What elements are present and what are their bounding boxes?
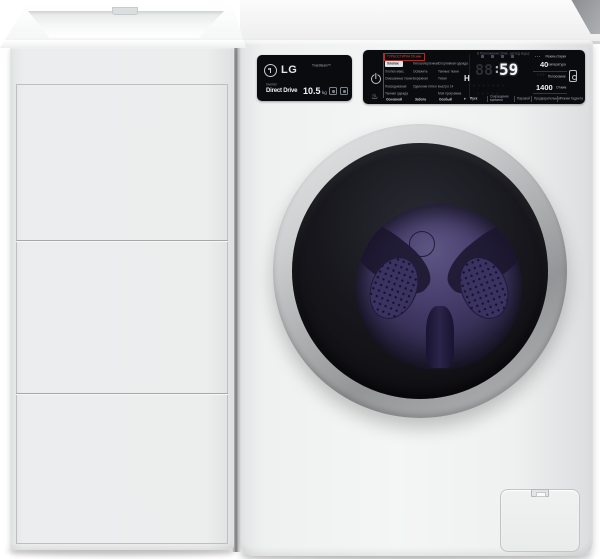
washer-top-lid <box>240 0 600 44</box>
program-category: Особый <box>439 98 452 102</box>
laundry-cabinet <box>10 46 234 550</box>
door-glass-bezel <box>292 143 548 399</box>
setting-label[interactable]: Температура <box>547 63 566 67</box>
play-pause-icon: ▶ <box>464 97 466 101</box>
drum-center-cap <box>409 231 435 257</box>
program-category: Основной <box>386 98 402 102</box>
program-item[interactable]: Тихая <box>438 77 447 81</box>
setting-divider <box>533 71 567 72</box>
inverter-label: Inverter <box>266 83 277 87</box>
direct-drive-label: Direct Drive <box>266 88 297 94</box>
drum-paddle-bottom <box>426 306 454 368</box>
control-panel: ♨ ТУРБОСТИРКА 59 мин Хлопок Хлопок макс.… <box>363 50 585 104</box>
program-item[interactable]: Гипоаллергенная <box>413 62 439 66</box>
power-button[interactable] <box>371 74 381 84</box>
program-item[interactable]: Быстро 14 <box>438 85 453 89</box>
drum-window <box>356 204 522 370</box>
option-button[interactable]: Паровой <box>517 97 530 101</box>
capacity-unit: kg <box>322 90 327 95</box>
warranty-badge-icon <box>340 87 348 95</box>
program-item[interactable]: Бережная <box>413 77 428 81</box>
time-display: 88 : 59 <box>475 58 529 82</box>
program-item[interactable]: Спортивная одежда <box>438 62 468 66</box>
setting-label[interactable]: Режим стирки <box>545 55 566 59</box>
sink-overflow-fitting <box>112 7 138 15</box>
option-separator <box>557 96 558 102</box>
turbowash-header: ТУРБОСТИРКА 59 мин <box>384 53 425 61</box>
truesteam-badge: TrueSteam™ <box>312 64 331 68</box>
spin-value: 1400 <box>536 83 553 92</box>
lcd-time-value: 59 <box>499 60 518 79</box>
washer-lid-side-edge <box>554 0 600 34</box>
wash-mode-icons: ▪ ▪ ▪ <box>535 55 540 59</box>
program-item[interactable]: Темные ткани <box>438 70 459 74</box>
program-category: Забота <box>415 98 426 102</box>
option-indicator-icons-row1[interactable]: ○ ○ ○ ○ ○ ○ ○ <box>473 84 505 88</box>
product-photo-lg-washer-and-cabinet: LG TrueSteam™ Inverter Direct Drive 10.5… <box>0 0 600 559</box>
drawer-divider <box>16 393 228 394</box>
start-button[interactable]: Пуск <box>470 97 477 101</box>
program-item[interactable]: Освежить <box>413 70 428 74</box>
sink-basin <box>28 11 224 38</box>
option-separator <box>514 96 515 102</box>
setting-label[interactable]: Полоскание <box>548 75 566 79</box>
lg-face-logo-icon <box>264 64 277 77</box>
panel-brand-module: LG TrueSteam™ Inverter Direct Drive 10.5… <box>257 55 352 101</box>
cabinet-drawer-3[interactable] <box>16 395 228 543</box>
option-separator <box>531 96 532 102</box>
laundry-sink-counter <box>0 4 246 48</box>
program-item[interactable]: Повседневная <box>385 85 406 89</box>
turbowash-mark: H <box>464 74 470 83</box>
setting-divider <box>533 93 567 94</box>
washer-door[interactable] <box>273 124 567 418</box>
program-item[interactable]: Удаление пятен <box>413 85 437 89</box>
cabinet-drawer-2[interactable] <box>16 242 228 392</box>
setting-label[interactable]: Отжим <box>556 86 566 90</box>
rinse-icons: ○ ○ ○ <box>537 73 545 77</box>
lcd-ghost-digits: 88 <box>475 61 493 79</box>
program-item[interactable]: Хлопок макс. <box>385 70 405 74</box>
selected-program[interactable]: Хлопок <box>385 61 403 67</box>
filter-door-latch[interactable] <box>531 489 549 497</box>
steam-icon[interactable]: ♨ <box>371 92 378 101</box>
drawer-divider <box>16 240 228 241</box>
brand-name: LG <box>281 64 297 76</box>
program-item[interactable]: Моя программа <box>438 92 461 96</box>
drain-filter-door[interactable] <box>500 489 580 552</box>
certification-badge-icon <box>329 87 337 95</box>
option-button[interactable]: Режим Гаджета <box>560 97 583 101</box>
option-button[interactable]: Сокращение времени <box>490 95 512 102</box>
smart-diagnosis-icon[interactable] <box>569 70 577 82</box>
program-item[interactable]: Темная одежда <box>385 92 408 96</box>
capacity-value: 10.5 <box>303 86 321 96</box>
cabinet-drawer-1[interactable] <box>16 86 228 238</box>
program-item[interactable]: Смешанные ткани <box>385 77 412 81</box>
option-separator <box>487 96 488 102</box>
